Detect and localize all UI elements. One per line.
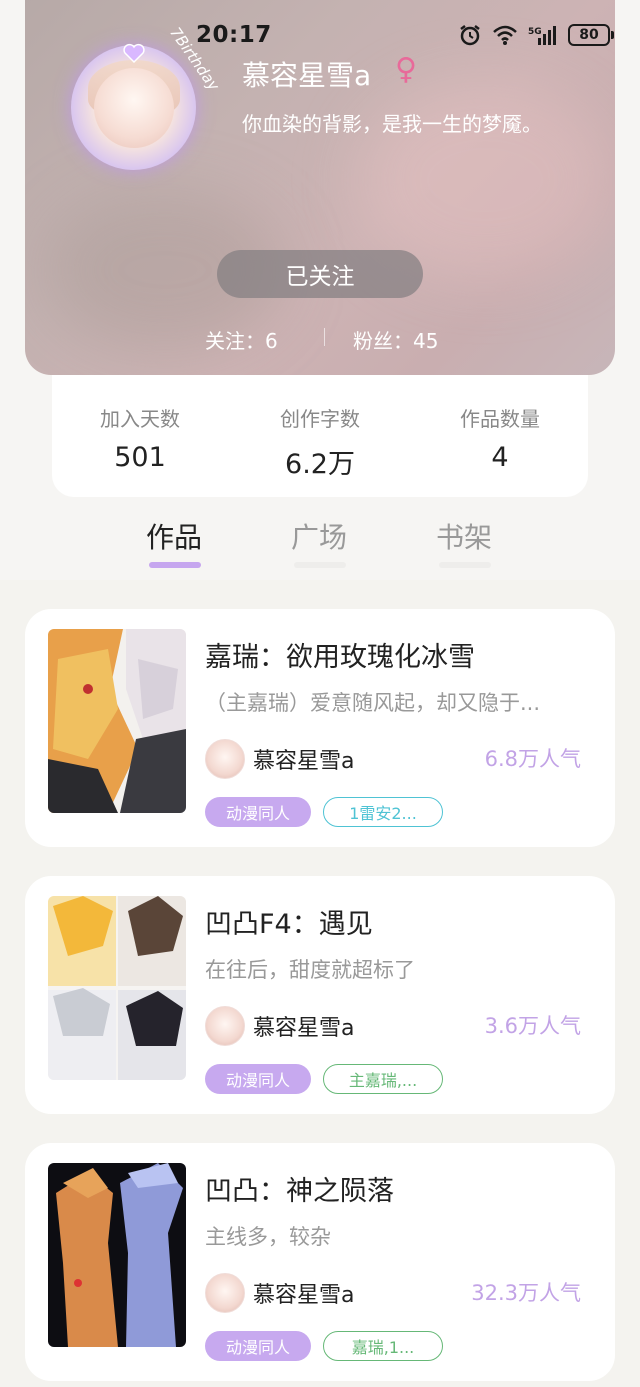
tag-category[interactable]: 动漫同人 <box>205 797 311 827</box>
tag-cp[interactable]: 主嘉瑞,... <box>323 1064 443 1094</box>
heart-icon <box>123 43 145 64</box>
stat-label: 加入天数 <box>100 407 180 431</box>
work-author: 慕容星雪a <box>253 1283 355 1308</box>
stat-works-count: 作品数量 4 <box>410 403 590 473</box>
author-avatar <box>205 1273 245 1313</box>
tab-bookshelf[interactable]: 书架 <box>436 516 492 556</box>
tab-indicator <box>439 562 491 568</box>
tag-category[interactable]: 动漫同人 <box>205 1331 311 1361</box>
alarm-icon <box>460 25 480 46</box>
work-title[interactable]: 嘉瑞：欲用玫瑰化冰雪 <box>205 635 475 674</box>
stats-card: 加入天数 501 创作字数 6.2万 作品数量 4 <box>52 375 588 497</box>
tag-cp[interactable]: 1雷安2... <box>323 797 443 827</box>
avatar-face <box>94 68 174 148</box>
work-cover-image[interactable] <box>48 1163 186 1347</box>
cellular-signal-icon: 5G <box>528 26 556 45</box>
following-count[interactable]: 关注：6 <box>205 325 278 354</box>
work-popularity: 3.6万人气 <box>484 1014 581 1038</box>
follow-stats: 关注：6 粉丝：45 <box>0 320 640 354</box>
stat-label: 作品数量 <box>460 407 540 431</box>
work-card[interactable]: 凹凸F4：遇见 在往后，甜度就超标了 慕容星雪a 3.6万人气 动漫同人 主嘉瑞… <box>25 876 615 1114</box>
stat-label: 创作字数 <box>280 407 360 431</box>
work-card[interactable]: 凹凸：神之陨落 主线多，较杂 慕容星雪a 32.3万人气 动漫同人 嘉瑞,1..… <box>25 1143 615 1381</box>
follow-button[interactable]: 已关注 <box>217 250 423 298</box>
work-cover-image[interactable] <box>48 629 186 813</box>
battery-level: 80 <box>579 27 599 43</box>
battery-indicator: 80 <box>568 24 614 46</box>
tab-square[interactable]: 广场 <box>291 516 347 556</box>
tag-category[interactable]: 动漫同人 <box>205 1064 311 1094</box>
tab-works[interactable]: 作品 <box>146 516 202 556</box>
followers-count[interactable]: 粉丝：45 <box>353 325 438 354</box>
work-author: 慕容星雪a <box>253 1016 355 1041</box>
network-type-label: 5G <box>528 27 542 37</box>
divider <box>324 328 325 346</box>
work-description: （主嘉瑞）爱意随风起，却又隐于... <box>205 691 541 715</box>
stat-value: 6.2万 <box>285 449 355 480</box>
status-icons: 5G 80 <box>458 20 614 50</box>
work-description: 主线多，较杂 <box>205 1225 331 1249</box>
work-description: 在往后，甜度就超标了 <box>205 958 415 982</box>
work-card[interactable]: 嘉瑞：欲用玫瑰化冰雪 （主嘉瑞）爱意随风起，却又隐于... 慕容星雪a 6.8万… <box>25 609 615 847</box>
work-popularity: 6.8万人气 <box>484 747 581 771</box>
stat-join-days: 加入天数 501 <box>50 403 230 473</box>
work-popularity: 32.3万人气 <box>471 1281 581 1305</box>
stat-value: 4 <box>491 442 509 473</box>
work-author: 慕容星雪a <box>253 749 355 774</box>
wifi-icon <box>493 25 517 45</box>
work-title[interactable]: 凹凸F4：遇见 <box>205 902 373 941</box>
stat-value: 501 <box>114 442 166 473</box>
author-avatar <box>205 739 245 779</box>
gender-female-icon: ♀ <box>395 52 417 87</box>
stat-word-count: 创作字数 6.2万 <box>230 403 410 481</box>
work-cover-image[interactable] <box>48 896 186 1080</box>
tab-active-indicator <box>149 562 201 568</box>
profile-username: 慕容星雪a <box>242 59 372 92</box>
profile-bio: 你血染的背影，是我一生的梦魇。 <box>242 112 542 136</box>
author-avatar <box>205 1006 245 1046</box>
tab-indicator <box>294 562 346 568</box>
tag-cp[interactable]: 嘉瑞,1... <box>323 1331 443 1361</box>
work-title[interactable]: 凹凸：神之陨落 <box>205 1169 394 1208</box>
tab-bar: 作品 广场 书架 <box>0 510 640 580</box>
profile-avatar[interactable]: 7Birthday <box>66 20 223 170</box>
